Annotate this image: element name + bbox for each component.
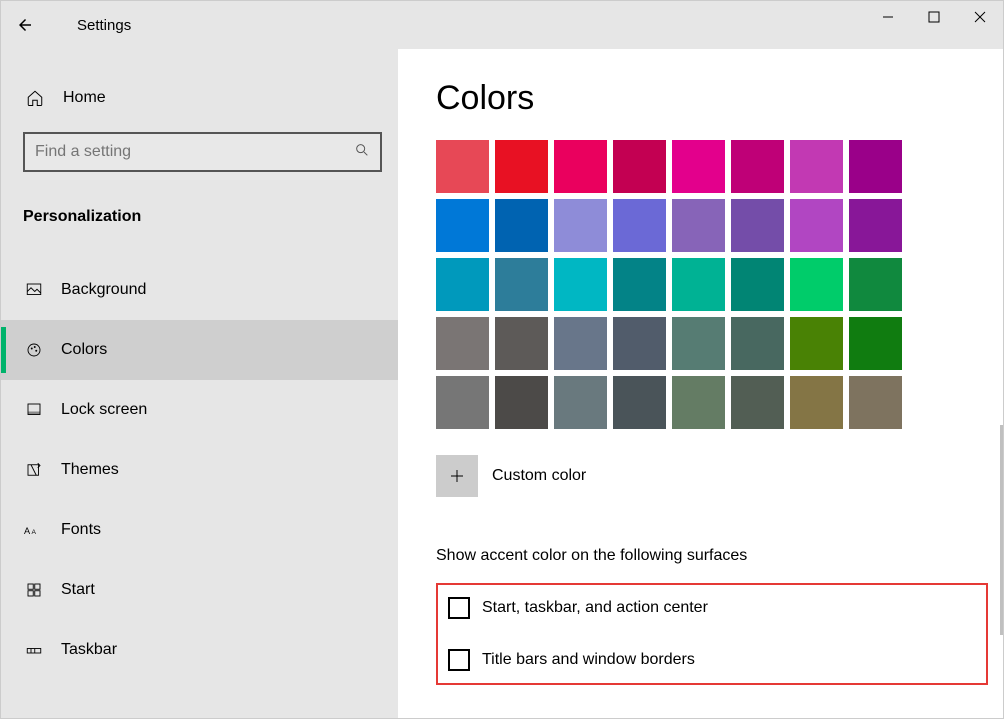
nav-label: Background [61, 281, 146, 299]
color-swatch[interactable] [495, 376, 548, 429]
checkbox-row-start-taskbar[interactable]: Start, taskbar, and action center [448, 597, 976, 619]
nav-item-taskbar[interactable]: Taskbar [1, 620, 398, 680]
color-swatch[interactable] [849, 376, 902, 429]
maximize-button[interactable] [911, 1, 957, 33]
svg-text:A: A [24, 526, 31, 536]
home-link[interactable]: Home [1, 74, 398, 122]
highlight-box: Start, taskbar, and action center Title … [436, 583, 988, 685]
color-swatch[interactable] [554, 140, 607, 193]
color-swatch[interactable] [790, 140, 843, 193]
nav-icon: AA [23, 521, 45, 539]
search-icon [354, 142, 370, 162]
nav-item-themes[interactable]: Themes [1, 440, 398, 500]
titlebar: Settings [1, 1, 1003, 49]
color-swatch[interactable] [731, 140, 784, 193]
minimize-button[interactable] [865, 1, 911, 33]
color-swatch[interactable] [849, 199, 902, 252]
color-swatch[interactable] [613, 376, 666, 429]
maximize-icon [928, 11, 940, 23]
color-swatch[interactable] [672, 376, 725, 429]
color-swatch[interactable] [495, 258, 548, 311]
back-button[interactable] [1, 1, 49, 49]
home-label: Home [63, 89, 106, 107]
page-heading: Colors [436, 79, 1003, 118]
checkbox-label: Title bars and window borders [482, 651, 695, 669]
color-swatch[interactable] [436, 376, 489, 429]
color-swatch[interactable] [436, 317, 489, 370]
color-swatch[interactable] [731, 317, 784, 370]
nav-label: Colors [61, 341, 107, 359]
color-swatch[interactable] [495, 199, 548, 252]
color-swatch[interactable] [436, 140, 489, 193]
color-swatch[interactable] [495, 317, 548, 370]
color-swatch[interactable] [790, 258, 843, 311]
color-swatch[interactable] [436, 258, 489, 311]
color-grid [436, 140, 1003, 429]
plus-icon [448, 467, 466, 485]
color-swatch[interactable] [849, 317, 902, 370]
nav-item-background[interactable]: Background [1, 260, 398, 320]
group-heading: Personalization [1, 178, 398, 240]
checkbox-icon [448, 649, 470, 671]
color-swatch[interactable] [790, 376, 843, 429]
color-swatch[interactable] [613, 317, 666, 370]
nav-icon [23, 641, 45, 659]
arrow-left-icon [16, 16, 34, 34]
minimize-icon [882, 11, 894, 23]
nav-label: Taskbar [61, 641, 117, 659]
nav-icon [23, 281, 45, 299]
custom-color-button[interactable] [436, 455, 478, 497]
nav-item-lock-screen[interactable]: Lock screen [1, 380, 398, 440]
nav-list: Background Colors Lock screen Themes AA Fonts… [1, 260, 398, 680]
nav-icon [23, 461, 45, 479]
search-input[interactable] [35, 143, 337, 161]
main-content: Colors Custom color Show accent color on… [398, 49, 1003, 718]
color-swatch[interactable] [436, 199, 489, 252]
nav-item-colors[interactable]: Colors [1, 320, 398, 380]
color-swatch[interactable] [731, 199, 784, 252]
sidebar: Home Personalization Background Colors Loc… [1, 49, 398, 718]
nav-label: Fonts [61, 521, 101, 539]
color-swatch[interactable] [554, 258, 607, 311]
color-swatch[interactable] [672, 140, 725, 193]
color-swatch[interactable] [672, 199, 725, 252]
color-swatch[interactable] [672, 317, 725, 370]
nav-item-fonts[interactable]: AA Fonts [1, 500, 398, 560]
color-swatch[interactable] [790, 199, 843, 252]
color-swatch[interactable] [849, 258, 902, 311]
nav-icon [23, 341, 45, 359]
color-swatch[interactable] [554, 317, 607, 370]
color-swatch[interactable] [672, 258, 725, 311]
window-title: Settings [77, 17, 131, 34]
color-swatch[interactable] [613, 140, 666, 193]
section-label: Show accent color on the following surfa… [436, 547, 1003, 565]
color-swatch[interactable] [613, 258, 666, 311]
nav-icon [23, 401, 45, 419]
checkbox-row-title-bars[interactable]: Title bars and window borders [448, 649, 976, 671]
color-swatch[interactable] [731, 376, 784, 429]
color-swatch[interactable] [849, 140, 902, 193]
nav-label: Themes [61, 461, 119, 479]
color-swatch[interactable] [790, 317, 843, 370]
color-swatch[interactable] [613, 199, 666, 252]
nav-label: Start [61, 581, 95, 599]
nav-icon [23, 581, 45, 599]
color-swatch[interactable] [731, 258, 784, 311]
checkbox-label: Start, taskbar, and action center [482, 599, 708, 617]
nav-label: Lock screen [61, 401, 147, 419]
scrollbar[interactable] [1000, 425, 1003, 635]
custom-color-label: Custom color [492, 467, 586, 485]
color-swatch[interactable] [554, 376, 607, 429]
search-box[interactable] [23, 132, 382, 172]
checkbox-icon [448, 597, 470, 619]
home-icon [25, 89, 45, 107]
color-swatch[interactable] [495, 140, 548, 193]
svg-text:A: A [32, 529, 37, 536]
close-icon [974, 11, 986, 23]
close-button[interactable] [957, 1, 1003, 33]
nav-item-start[interactable]: Start [1, 560, 398, 620]
color-swatch[interactable] [554, 199, 607, 252]
